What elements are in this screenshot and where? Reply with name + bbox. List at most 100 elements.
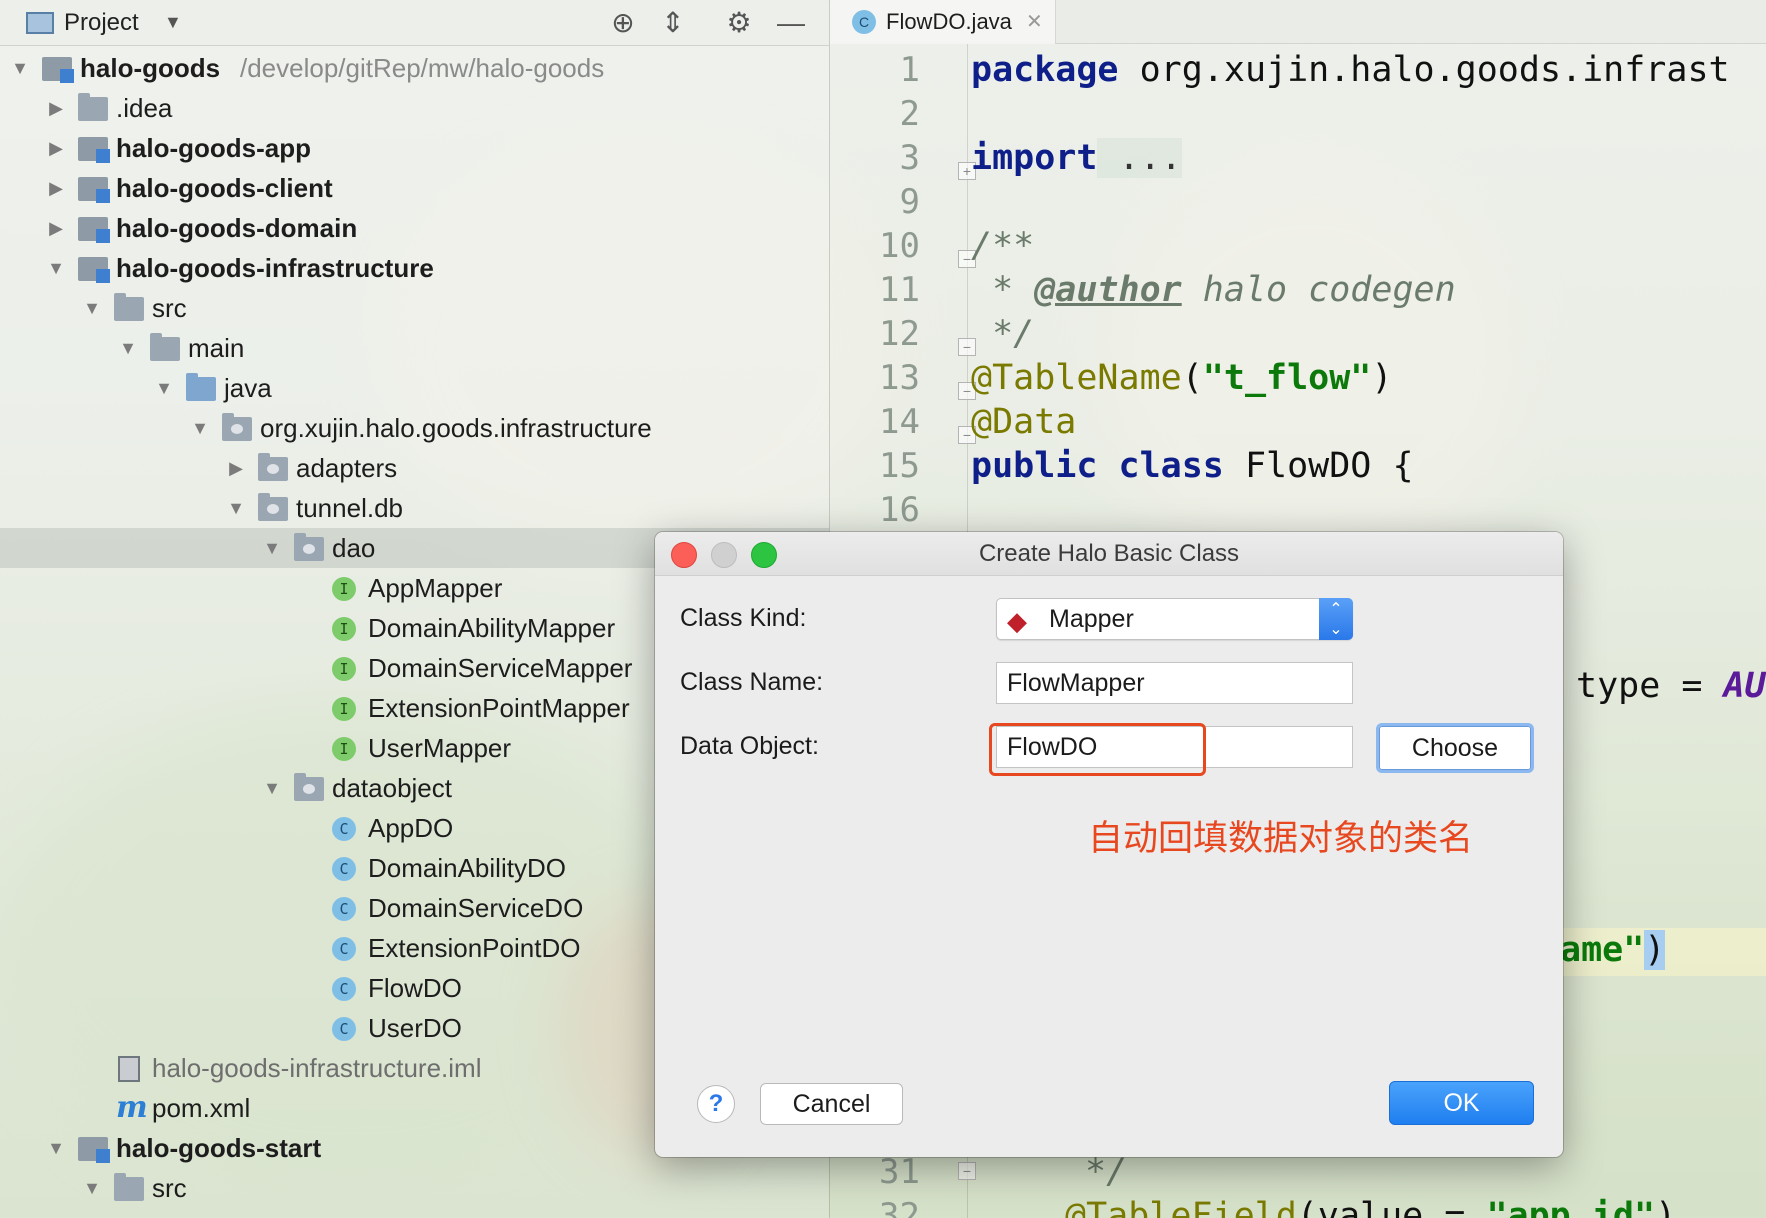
expanded-arrow-icon[interactable]: ▼ — [260, 768, 284, 808]
module-icon — [78, 1137, 110, 1163]
line-number: 9 — [899, 182, 920, 222]
tree-item-label: adapters — [296, 453, 398, 483]
iml-file-icon — [118, 1056, 140, 1082]
tree-item-label: src — [152, 1173, 187, 1203]
expanded-arrow-icon[interactable]: ▼ — [44, 248, 68, 288]
tree-item[interactable]: ▶ adapters — [0, 448, 829, 488]
expanded-arrow-icon[interactable]: ▼ — [80, 288, 104, 328]
tree-item[interactable]: ▶ halo-goods-app — [0, 128, 829, 168]
choose-button[interactable]: Choose — [1376, 723, 1534, 773]
class-icon: C — [332, 977, 356, 1001]
collapsed-arrow-icon[interactable]: ▶ — [44, 208, 68, 248]
tree-item[interactable]: ▼ halo-goods/develop/gitRep/mw/halo-goods — [0, 48, 829, 88]
folder-icon — [114, 293, 144, 321]
project-panel-title[interactable]: Project — [64, 9, 139, 37]
folded-imports[interactable]: ... — [1097, 138, 1182, 178]
tree-item[interactable]: ▼ src — [0, 1168, 829, 1208]
tree-item[interactable]: ▶ .idea — [0, 88, 829, 128]
class-kind-label: Class Kind: — [680, 604, 807, 632]
code-line-32: @TableField(value = "app_id") — [1065, 1196, 1677, 1218]
dialog-titlebar: Create Halo Basic Class — [655, 532, 1563, 576]
select-arrows-icon[interactable]: ⌃ ⌄ — [1319, 598, 1353, 640]
tree-item-label: java — [224, 373, 272, 403]
tree-item-label: halo-goods-client — [116, 173, 333, 203]
editor-tab-bar: C FlowDO.java ✕ — [830, 0, 1766, 44]
line-number: 10 — [879, 226, 920, 266]
code-line-15: public class FlowDO { — [971, 446, 1414, 486]
code-line-11: * @author halo codegen — [971, 270, 1456, 310]
interface-icon: I — [332, 657, 356, 681]
class-name-input[interactable]: FlowMapper — [996, 662, 1353, 704]
collapsed-arrow-icon[interactable]: ▶ — [44, 88, 68, 128]
line-number: 11 — [879, 270, 920, 310]
tree-item-label: DomainAbilityDO — [368, 853, 566, 883]
tree-item[interactable]: ▼ tunnel.db — [0, 488, 829, 528]
tree-item[interactable]: ▶ halo-goods-client — [0, 168, 829, 208]
package-icon — [258, 493, 288, 521]
minimize-icon[interactable]: — — [774, 6, 808, 40]
line-number: 14 — [879, 402, 920, 442]
tree-item[interactable]: ▼ src — [0, 288, 829, 328]
tree-item-label: main — [188, 333, 245, 363]
expanded-arrow-icon[interactable]: ▼ — [44, 1128, 68, 1168]
gear-icon[interactable]: ⚙ — [722, 6, 756, 40]
tree-item[interactable]: ▼ org.xujin.halo.goods.infrastructure — [0, 408, 829, 448]
package-icon — [294, 773, 324, 801]
tree-item-path: /develop/gitRep/mw/halo-goods — [240, 53, 605, 83]
tree-item-label: DomainServiceDO — [368, 893, 584, 923]
code-line-13: @TableName("t_flow") — [971, 358, 1393, 398]
line-number: 12 — [879, 314, 920, 354]
tree-item-label: dataobject — [332, 773, 452, 803]
expanded-arrow-icon[interactable]: ▼ — [260, 528, 284, 568]
collapse-icon[interactable]: ⇕ — [656, 6, 690, 40]
folder-icon — [78, 93, 108, 121]
collapsed-arrow-icon[interactable]: ▶ — [44, 168, 68, 208]
fold-toggle-icon[interactable]: − — [958, 1162, 976, 1180]
expanded-arrow-icon[interactable]: ▼ — [8, 48, 32, 88]
tree-item[interactable]: ▼ halo-goods-infrastructure — [0, 248, 829, 288]
data-object-label: Data Object: — [680, 732, 819, 760]
maven-file-icon: m — [116, 1090, 148, 1125]
tree-item-label: FlowDO — [368, 973, 462, 1003]
tree-item-label: halo-goods-infrastructure.iml — [152, 1053, 482, 1083]
line-number: 13 — [879, 358, 920, 398]
expanded-arrow-icon[interactable]: ▼ — [188, 408, 212, 448]
expanded-arrow-icon[interactable]: ▼ — [224, 488, 248, 528]
tree-item-label: UserMapper — [368, 733, 512, 763]
code-line-31: */ — [1085, 1152, 1128, 1192]
class-kind-select[interactable]: ◆ Mapper ⌃ ⌄ — [996, 598, 1353, 640]
module-icon — [78, 177, 110, 203]
cancel-button[interactable]: Cancel — [760, 1083, 903, 1125]
tree-item[interactable]: ▼ java — [0, 368, 829, 408]
class-icon: C — [332, 857, 356, 881]
tree-item-label: AppMapper — [368, 573, 503, 603]
editor-tab-flowdo[interactable]: C FlowDO.java ✕ — [830, 0, 1056, 44]
package-icon — [258, 453, 288, 481]
crosshair-icon[interactable]: ⊕ — [606, 6, 640, 40]
mapper-icon: ◆ — [1007, 606, 1027, 636]
close-icon[interactable]: ✕ — [1026, 0, 1043, 44]
tree-item-label: tunnel.db — [296, 493, 403, 523]
class-icon: C — [332, 1017, 356, 1041]
create-halo-basic-class-dialog: Create Halo Basic Class Class Kind: ◆ Ma… — [655, 532, 1563, 1157]
tree-item-label: halo-goods — [80, 53, 221, 83]
module-icon — [78, 217, 110, 243]
folder-icon — [150, 333, 180, 361]
tree-item[interactable]: ▼ main — [0, 328, 829, 368]
tree-item-label: AppDO — [368, 813, 454, 843]
line-number: 2 — [899, 94, 920, 134]
line-number: 16 — [879, 490, 920, 530]
tree-item-label: org.xujin.halo.goods.infrastructure — [260, 413, 652, 443]
help-button[interactable]: ? — [697, 1085, 735, 1123]
ok-button[interactable]: OK — [1389, 1081, 1534, 1125]
expanded-arrow-icon[interactable]: ▼ — [152, 368, 176, 408]
tree-item[interactable]: ▶ halo-goods-domain — [0, 208, 829, 248]
collapsed-arrow-icon[interactable]: ▶ — [224, 448, 248, 488]
expanded-arrow-icon[interactable]: ▼ — [116, 328, 140, 368]
tree-item-label: pom.xml — [152, 1093, 251, 1123]
tree-item-label: ExtensionPointDO — [368, 933, 581, 963]
collapsed-arrow-icon[interactable]: ▶ — [44, 128, 68, 168]
chevron-down-icon[interactable]: ▼ — [164, 12, 182, 33]
expanded-arrow-icon[interactable]: ▼ — [80, 1168, 104, 1208]
interface-icon: I — [332, 737, 356, 761]
